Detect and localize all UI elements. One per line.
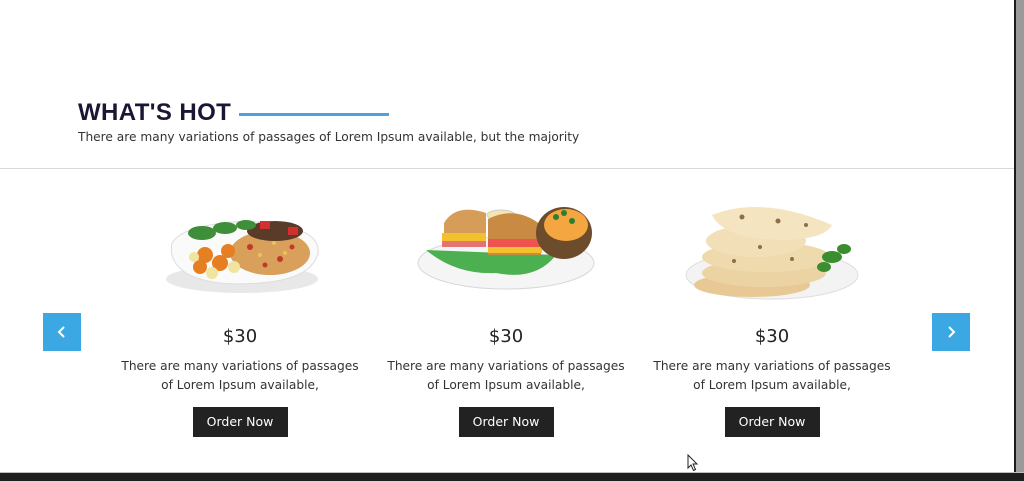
- food-image-sandwich: [417, 207, 595, 290]
- product-description: There are many variations of passages of…: [120, 357, 360, 395]
- description-line: There are many variations of passages: [653, 359, 891, 373]
- order-now-button[interactable]: Order Now: [192, 407, 288, 437]
- product-description: There are many variations of passages of…: [652, 357, 892, 395]
- mouse-cursor-icon: [687, 454, 699, 472]
- window-frame-right: [1014, 0, 1024, 481]
- product-description: There are many variations of passages of…: [386, 357, 626, 395]
- window-frame-bottom: [0, 472, 1024, 481]
- order-now-button[interactable]: Order Now: [724, 407, 820, 437]
- section-subtitle: There are many variations of passages of…: [78, 130, 580, 144]
- product-card: $30 There are many variations of passage…: [386, 195, 626, 437]
- description-line: There are many variations of passages: [387, 359, 625, 373]
- product-price: $30: [754, 326, 790, 347]
- product-price: $30: [222, 326, 258, 347]
- description-line: of Lorem Ipsum available,: [161, 378, 319, 392]
- description-line: of Lorem Ipsum available,: [427, 378, 585, 392]
- description-line: of Lorem Ipsum available,: [693, 378, 851, 392]
- chevron-right-icon: [948, 326, 956, 338]
- order-now-button[interactable]: Order Now: [458, 407, 554, 437]
- food-image-naan: [685, 207, 859, 300]
- chevron-left-icon: [57, 326, 65, 338]
- section-header: WHAT'S HOT There are many variations of …: [78, 99, 579, 144]
- product-card: $30 There are many variations of passage…: [120, 195, 360, 437]
- product-price: $30: [488, 326, 524, 347]
- heading-row: WHAT'S HOT: [78, 99, 579, 127]
- food-image-rice-chicken: [166, 220, 319, 293]
- title-underline: [239, 112, 390, 116]
- description-line: There are many variations of passages: [121, 359, 359, 373]
- carousel-prev-button[interactable]: [43, 313, 81, 351]
- section-divider: [0, 168, 1014, 169]
- product-card: $30 There are many variations of passage…: [652, 195, 892, 437]
- page: WHAT'S HOT There are many variations of …: [0, 0, 1014, 472]
- section-title: WHAT'S HOT: [78, 99, 232, 126]
- carousel-next-button[interactable]: [932, 313, 970, 351]
